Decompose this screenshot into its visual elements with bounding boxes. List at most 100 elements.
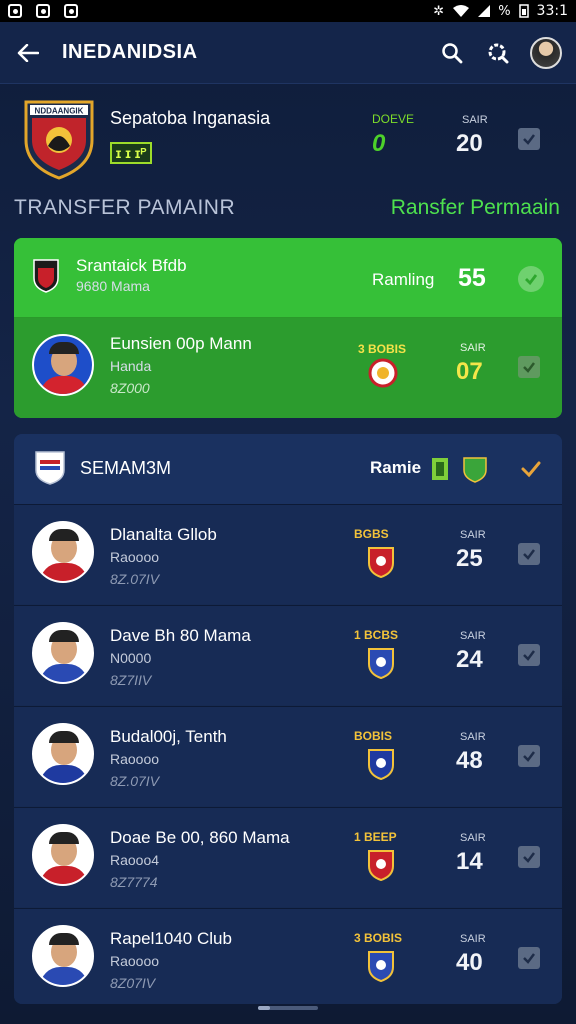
transfer-link[interactable]: Ransfer Permaain [391,196,560,220]
player-sub2: 8Z7774 [110,874,158,890]
notification-icon [8,4,22,18]
player-sub: Raoooo [110,751,160,767]
club-crest-icon [33,259,59,293]
club-crest-icon [368,749,394,781]
arrow-left-icon [17,43,39,62]
stat-label: DOEVE [372,112,415,126]
club-crest-icon [368,547,394,579]
list-label: Ramie [370,458,422,477]
stat-label: SAIR [460,832,486,844]
club-label: 1 BEEP [354,830,397,844]
club-label: 3 BOBIS [354,931,403,945]
signal-icon [478,5,491,17]
section-title: TRANSFER PAMAINR [14,196,236,219]
table-row[interactable]: Budal00j, Tenth Raoooo 8Z.07IV BOBIS SAIR 48 [14,706,562,806]
battery-icon [518,4,529,18]
select-checkbox[interactable] [518,846,540,868]
player-sub2: 8Z000 [110,380,150,396]
select-checkbox[interactable] [518,543,540,565]
avatar [32,824,94,886]
rank-label: Ramling [372,270,435,289]
stat-value: 24 [456,646,483,673]
stat-value: 20 [456,130,483,157]
player-name: Dlanalta Gllob [110,525,217,544]
profile-avatar[interactable] [530,36,562,69]
club-crest-icon [368,951,394,983]
club-name: Srantaick Bfdb [76,256,187,275]
page-title: INEDANIDSIA [62,41,198,63]
select-checkbox[interactable] [518,356,540,378]
club-crest-icon: NDDAANGIK [24,100,94,180]
table-row[interactable]: Dlanalta Gllob Raoooo 8Z.07IV BGBS SAIR 25 [14,504,562,604]
notification-icon [36,4,50,18]
player-name: Dave Bh 80 Mama [110,626,251,645]
confirm-button[interactable] [518,456,544,482]
stat-label: SAIR [460,529,486,541]
club-badge: ɪ ɪ ɪᴾ [110,142,152,164]
player-sub: Raooo4 [110,852,160,868]
table-row[interactable]: Rapel1040 Club Raoooo 8Z07IV 3 BOBIS SAIR 40 [14,908,562,1004]
battery-text: % [498,3,511,19]
stat-label: SAIR [460,630,486,642]
checkmark-icon [523,134,535,145]
player-name: Eunsien 00p Mann [110,334,252,353]
checkmark-icon [521,461,541,478]
club-name: Sepatoba Inganasia [110,108,271,128]
player-sub2: 8Z07IV [110,975,156,991]
back-button[interactable] [14,39,42,67]
stat-value: 25 [456,545,483,572]
checkmark-icon [525,274,538,286]
club-header: NDDAANGIK Sepatoba Inganasia ɪ ɪ ɪᴾ DOEV… [0,86,576,190]
select-checkbox[interactable] [518,128,540,150]
table-row[interactable]: Dave Bh 80 Mama N0000 8Z7IIV 1 BCBS SAIR 24 [14,605,562,705]
club-crest-icon [463,457,487,483]
player-sub: N0000 [110,650,152,666]
club-crest-icon [368,358,398,388]
search-settings-icon [488,43,509,63]
select-checkbox[interactable] [518,644,540,666]
player-name: Doae Be 00, 860 Mama [110,828,290,847]
stat-value: 14 [456,848,483,875]
checkmark-icon [523,751,535,762]
club-crest-icon [432,458,448,480]
player-sub2: 8Z7IIV [110,672,152,688]
list-header: SEMAM3M Ramie [14,434,562,504]
player-sub: Raoooo [110,953,160,969]
stat-label: SAIR [460,731,486,743]
stat-label: SAIR [460,342,486,354]
player-sub: Raoooo [110,549,160,565]
stat-value: 48 [456,747,483,774]
stat-label: SAIR [462,114,488,126]
player-sub2: 8Z.07IV [110,773,160,789]
player-name: Rapel1040 Club [110,929,232,948]
player-sub2: 8Z.07IV [110,571,160,587]
club-crest-icon [35,451,65,485]
stat-label: SAIR [460,933,486,945]
stat-value: 07 [456,358,483,385]
settings-icon: ✲ [433,3,445,19]
avatar [32,925,94,987]
club-sub: 9680 Mama [76,278,150,294]
table-row[interactable]: Doae Be 00, 860 Mama Raooo4 8Z7774 1 BEEP SA… [14,807,562,907]
app-bar: INEDANIDSIA [0,22,576,84]
filter-button[interactable] [484,39,512,67]
featured-club-row[interactable]: Srantaick Bfdb 9680 Mama Ramling 55 [14,238,562,318]
club-crest-icon [368,648,394,680]
stat-value: 40 [456,949,483,976]
search-button[interactable] [438,39,466,67]
club-label: BGBS [354,527,389,541]
avatar [32,723,94,785]
checkmark-icon [523,852,535,863]
club-label: BOBIS [354,729,393,743]
featured-player-row[interactable]: Eunsien 00p Mann Handa 8Z000 3 BOBIS SAI… [14,318,562,418]
select-checkbox[interactable] [518,745,540,767]
select-checkbox[interactable] [518,947,540,969]
player-list-card: SEMAM3M Ramie Dlanalta Gllob Raoooo 8Z.07I… [14,434,562,1004]
wifi-icon [453,5,470,17]
scroll-indicator [258,1006,318,1010]
notification-icon [64,4,78,18]
status-bar: ✲ % 33:1 [0,0,576,22]
avatar [32,521,94,583]
confirm-button[interactable] [518,266,544,292]
search-icon [442,42,463,63]
